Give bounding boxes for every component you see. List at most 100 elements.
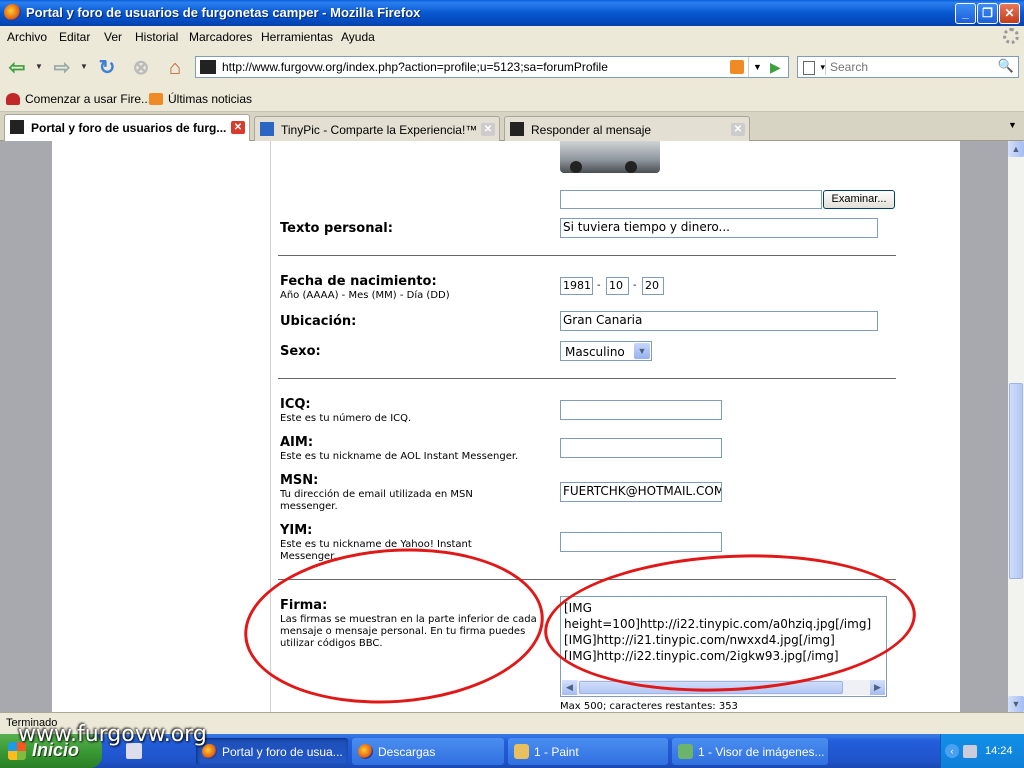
forward-arrow-icon[interactable]: ⇨ [49,55,75,81]
firefox-icon [4,4,21,21]
forward-history-dropdown-icon[interactable]: ▼ [80,62,88,71]
go-arrow-icon[interactable]: ▶ [770,58,786,76]
throbber-icon [1003,28,1019,44]
signature-hint: Las firmas se muestran en la parte infer… [280,614,537,649]
signature-label: Firma: [280,598,328,613]
image-viewer-icon [678,744,693,759]
task-label: Descargas [378,745,436,759]
gender-select[interactable]: Masculino ▼ [560,341,652,361]
magnifier-icon[interactable]: 🔍 [996,58,1016,76]
scroll-up-icon[interactable]: ▲ [1008,141,1024,157]
task-image-viewer[interactable]: 1 - Visor de imágenes... [672,738,828,765]
tab-portal-foro[interactable]: Portal y foro de usuarios de furg... ✕ [4,114,250,141]
url-text[interactable]: http://www.furgovw.org/index.php?action=… [222,60,608,74]
tab-label: Portal y foro de usuarios de furg... [31,121,227,135]
system-tray: ‹ 14:24 [940,734,1024,768]
yim-hint: Este es tu nickname de Yahoo! Instant Me… [280,539,472,562]
tab-favicon-icon [510,122,524,136]
aim-label: AIM: [280,435,314,450]
url-history-dropdown-icon[interactable]: ▼ [748,57,766,77]
msn-label: MSN: [280,473,319,488]
home-icon[interactable]: ⌂ [162,55,188,81]
window-title: Portal y foro de usuarios de furgonetas … [26,5,421,20]
birthdate-hint: Año (AAAA) - Mes (MM) - Día (DD) [280,290,450,301]
aim-input[interactable] [560,438,722,458]
signature-line: height=100]http://i22.tinypic.com/a0hziq… [564,617,872,631]
task-firefox[interactable]: Portal y foro de usua... [196,738,348,765]
tab-list-dropdown-icon[interactable]: ▼ [1008,120,1017,130]
bookmark-getting-started[interactable]: Comenzar a usar Fire... [6,92,151,106]
minimize-button[interactable]: _ [955,3,976,24]
network-icon[interactable] [963,745,977,758]
site-favicon-icon [200,60,216,74]
tab-tinypic[interactable]: TinyPic - Comparte la Experiencia!™ ✕ [254,116,500,141]
window-titlebar: Portal y foro de usuarios de furgonetas … [0,0,1024,26]
yim-input[interactable] [560,532,722,552]
close-tab-icon[interactable]: ✕ [231,121,245,134]
url-bar[interactable]: http://www.furgovw.org/index.php?action=… [195,56,789,78]
task-paint[interactable]: 1 - Paint [508,738,668,765]
icq-input[interactable] [560,400,722,420]
rss-feed-icon[interactable] [730,60,744,74]
tab-label: TinyPic - Comparte la Experiencia!™ [281,123,478,137]
site-watermark: www.furgovw.org [18,722,207,747]
scroll-thumb[interactable] [579,681,843,694]
birth-day-input[interactable]: 20 [642,277,664,295]
personal-text-input[interactable]: Si tuviera tiempo y dinero... [560,218,878,238]
vertical-scrollbar[interactable]: ▲ ▼ [1008,141,1024,712]
bookmark-latest-news[interactable]: Últimas noticias [149,92,252,106]
task-label: Portal y foro de usua... [222,745,343,759]
back-arrow-icon[interactable]: ⇦ [4,55,30,81]
menu-historial[interactable]: Historial [135,30,178,44]
scroll-down-icon[interactable]: ▼ [1008,696,1024,712]
divider [278,579,896,580]
chevron-down-icon[interactable]: ▼ [634,343,650,359]
scroll-right-icon[interactable]: ▶ [870,680,885,695]
location-label: Ubicación: [280,314,357,329]
horizontal-scrollbar[interactable]: ◀ ▶ [562,680,885,695]
gender-selected-value: Masculino [565,345,625,359]
menu-marcadores[interactable]: Marcadores [189,30,252,44]
msn-hint: Tu dirección de email utilizada en MSN m… [280,489,473,512]
tab-favicon-icon [260,122,274,136]
birth-year-input[interactable]: 1981 [560,277,593,295]
tab-favicon-icon [10,120,24,134]
date-separator: - [597,280,601,291]
location-input[interactable]: Gran Canaria [560,311,878,331]
task-downloads[interactable]: Descargas [352,738,504,765]
birthdate-label: Fecha de nacimiento: [280,274,437,289]
signature-textarea[interactable]: [IMG height=100]http://i22.tinypic.com/a… [560,596,887,697]
browse-button[interactable]: Examinar... [823,190,895,209]
maximize-button[interactable]: ❐ [977,3,998,24]
menu-ver[interactable]: Ver [104,30,122,44]
scroll-left-icon[interactable]: ◀ [562,680,577,695]
reload-icon[interactable]: ↻ [94,55,120,81]
signature-line: [IMG [564,601,592,615]
menu-archivo[interactable]: Archivo [7,30,47,44]
close-button[interactable]: ✕ [999,3,1020,24]
scroll-thumb[interactable] [1009,383,1023,579]
tray-expand-icon[interactable]: ‹ [945,744,959,758]
birth-month-input[interactable]: 10 [606,277,629,295]
menu-herramientas[interactable]: Herramientas [261,30,333,44]
back-history-dropdown-icon[interactable]: ▼ [35,62,43,71]
search-engine-selector-icon[interactable]: ▾ [800,59,826,75]
icq-hint: Este es tu número de ICQ. [280,413,412,424]
search-bar[interactable]: ▾ 🔍 [797,56,1019,78]
personal-text-label: Texto personal: [280,221,393,236]
stop-icon[interactable]: ⊗ [128,55,154,81]
close-tab-icon[interactable]: ✕ [481,123,495,136]
search-input[interactable] [830,59,990,75]
menu-ayuda[interactable]: Ayuda [341,30,375,44]
menu-editar[interactable]: Editar [59,30,90,44]
date-separator: - [633,280,637,291]
icq-label: ICQ: [280,397,311,412]
rss-bookmark-icon [149,93,163,105]
avatar-file-input[interactable] [560,190,822,209]
firefox-icon [358,744,373,759]
msn-input[interactable]: FUERTCHK@HOTMAIL.COM [560,482,722,502]
close-tab-icon[interactable]: ✕ [731,123,745,136]
firefox-bookmark-icon [6,93,20,105]
task-label: 1 - Visor de imágenes... [698,745,825,759]
tab-responder[interactable]: Responder al mensaje ✕ [504,116,750,141]
